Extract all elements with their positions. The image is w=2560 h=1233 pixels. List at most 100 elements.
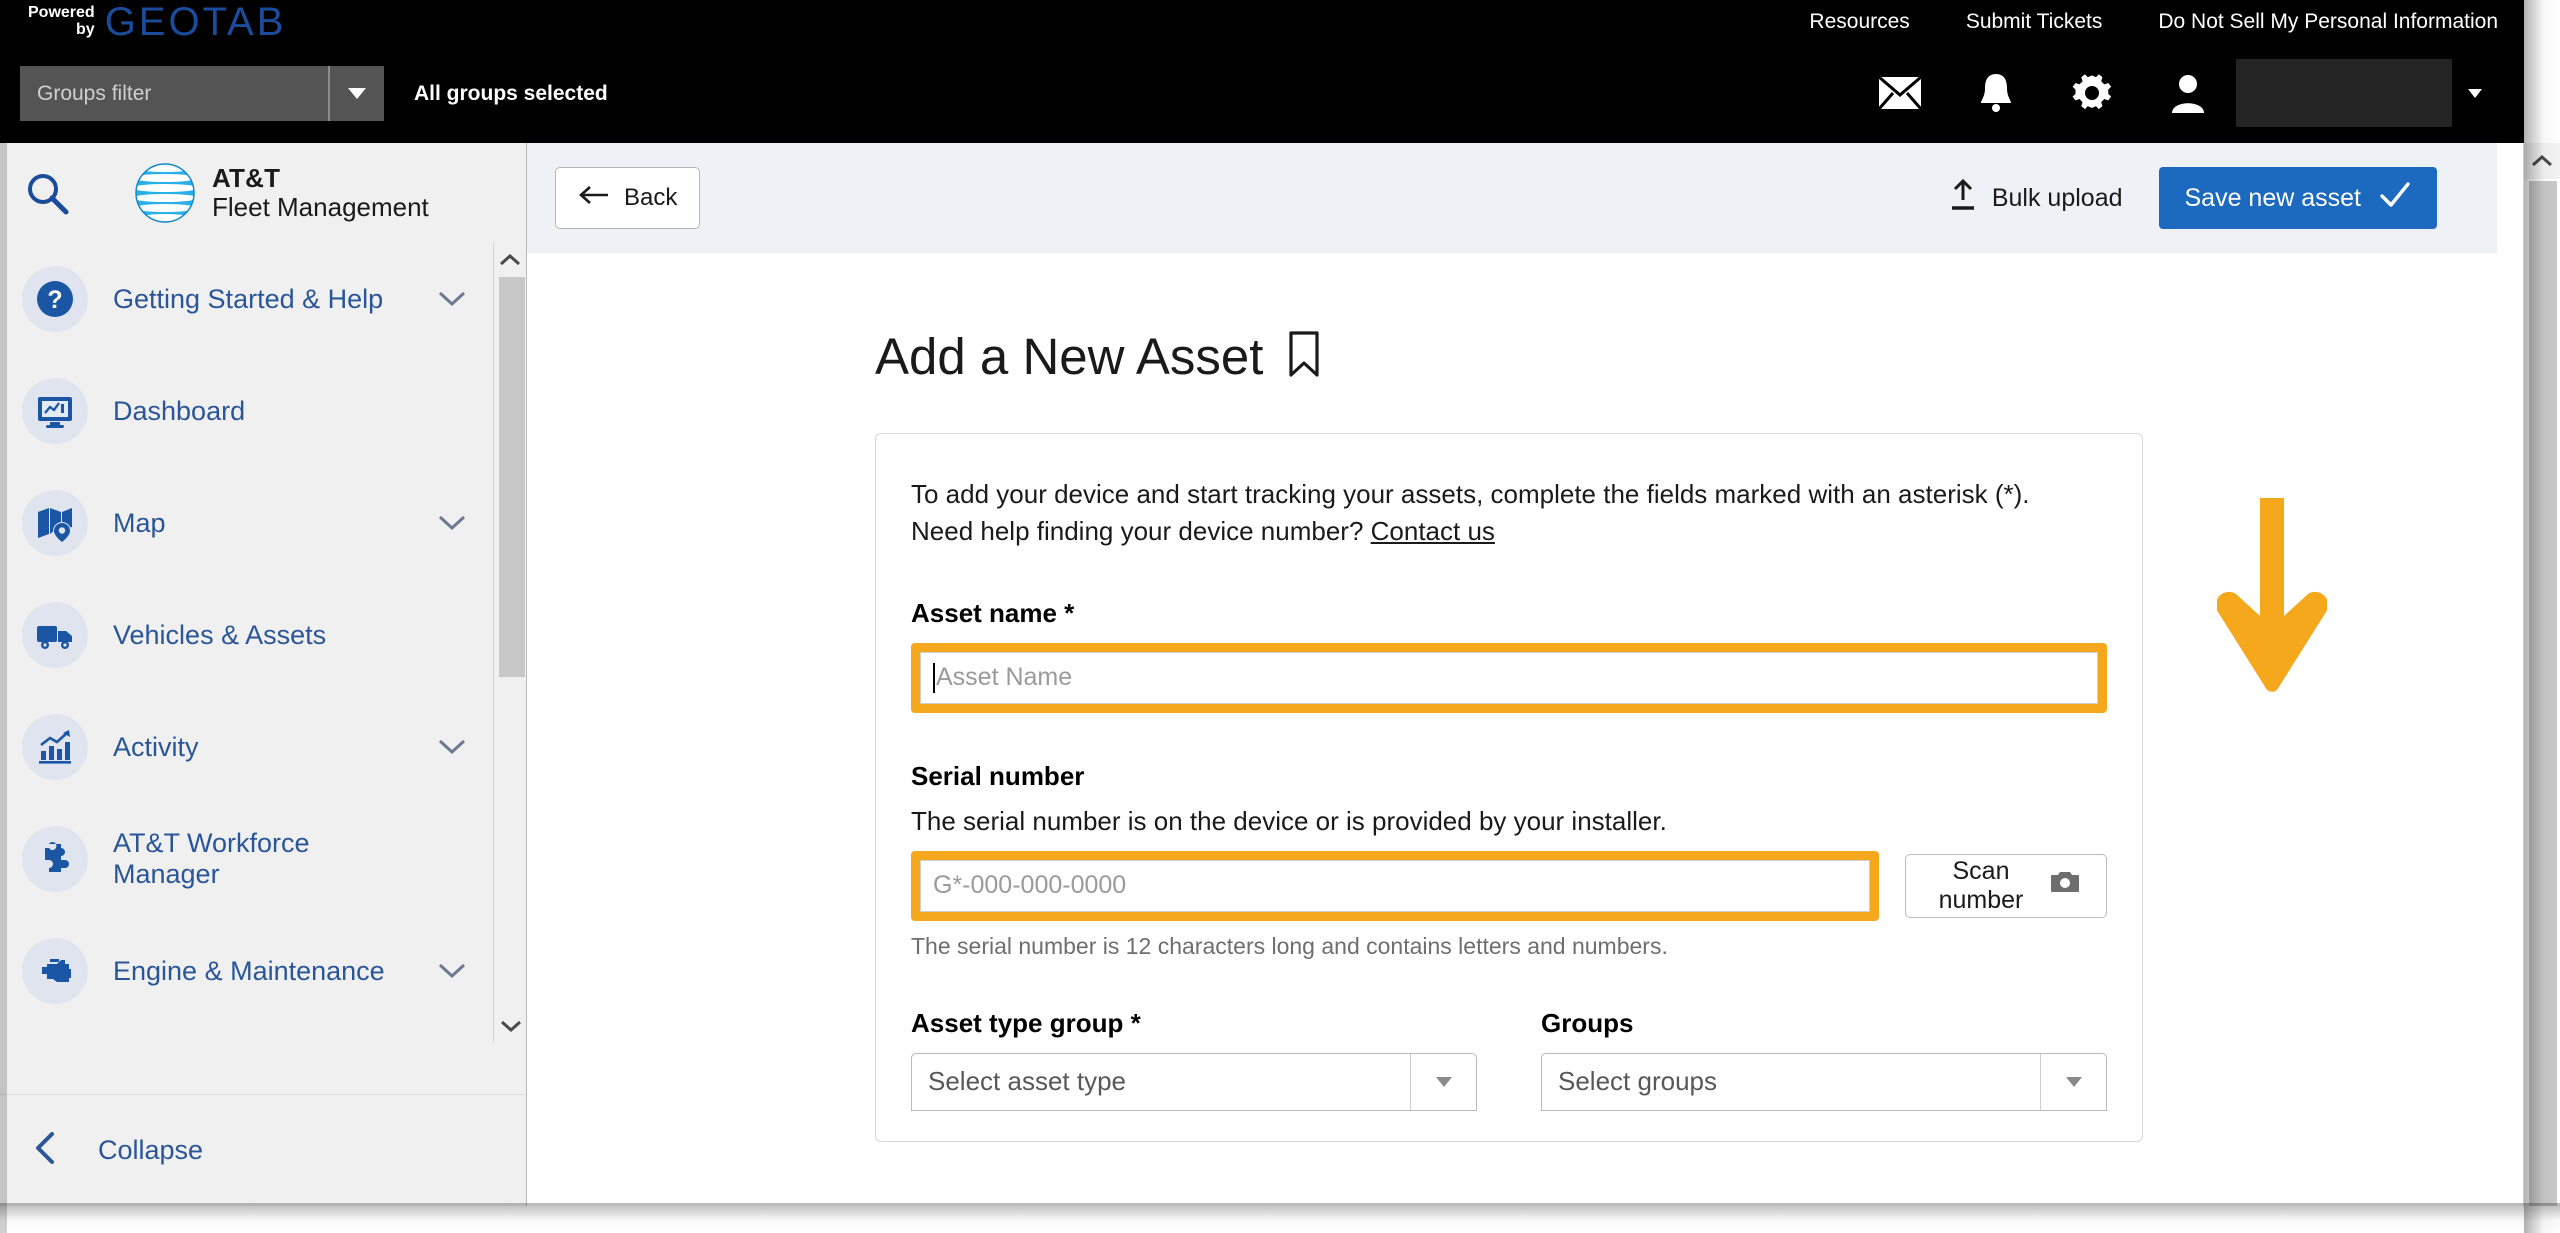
sidebar-item-vehicles-assets[interactable]: Vehicles & Assets	[0, 579, 526, 691]
asset-type-group-label: Asset type group *	[911, 1007, 1141, 1038]
asset-name-placeholder: Asset Name	[936, 663, 1073, 692]
left-sidebar: AT&T Fleet Management ? Getting Started …	[0, 143, 527, 1206]
bell-icon[interactable]	[1948, 58, 2044, 128]
toolbar-actions: Bulk upload Save new asset	[1948, 167, 2437, 229]
sidebar-item-label: Activity	[113, 731, 199, 762]
selects-row: Asset type group * Select asset type Gro…	[911, 1008, 2107, 1111]
sidebar-item-engine-maintenance[interactable]: Engine & Maintenance	[0, 915, 526, 1027]
sidebar-scrollbar-thumb[interactable]	[499, 277, 525, 677]
powered-word: Powered	[28, 4, 95, 21]
contact-us-link[interactable]: Contact us	[1371, 516, 1495, 546]
user-icon[interactable]	[2140, 58, 2236, 128]
asset-name-label: Asset name *	[911, 597, 1075, 628]
global-top-bar: Powered by GEOTAB Resources Submit Ticke…	[0, 0, 2524, 143]
user-name-redacted	[2236, 59, 2452, 127]
groups-toggle[interactable]	[2040, 1053, 2106, 1110]
powered-by-text: Powered by	[28, 2, 95, 38]
groups-select[interactable]: Select groups	[1541, 1052, 2107, 1111]
top-utility-links: Resources Submit Tickets Do Not Sell My …	[1809, 0, 2498, 44]
sidebar-scrollbar[interactable]	[493, 243, 526, 1043]
sidebar-collapse-button[interactable]: Collapse	[0, 1094, 526, 1206]
content-scrollbar-thumb[interactable]	[2529, 181, 2557, 1206]
intro-line-2-prefix: Need help finding your device number?	[911, 515, 1371, 546]
serial-number-help: The serial number is 12 characters long …	[911, 932, 1668, 959]
back-label: Back	[624, 184, 678, 211]
gear-icon[interactable]	[2044, 58, 2140, 128]
form-intro-text: To add your device and start tracking yo…	[911, 476, 2107, 550]
link-resources[interactable]: Resources	[1809, 10, 1909, 34]
arrow-left-icon	[578, 184, 610, 213]
link-submit-tickets[interactable]: Submit Tickets	[1966, 10, 2103, 34]
scroll-up-icon[interactable]	[494, 243, 526, 277]
sidebar-item-partial[interactable]	[0, 1027, 526, 1043]
scan-number-button[interactable]: Scan number	[1905, 853, 2107, 918]
scroll-up-icon[interactable]	[2524, 143, 2560, 179]
serial-number-row: G*-000-000-0000 Scan number	[911, 850, 2107, 921]
asset-name-input[interactable]: Asset Name	[920, 651, 2098, 704]
asset-type-group-value: Select asset type	[928, 1066, 1126, 1097]
chevron-down-icon[interactable]	[436, 290, 468, 308]
groups-filter-toggle[interactable]	[328, 66, 384, 121]
asset-name-highlight: Asset Name	[911, 642, 2107, 713]
chevron-down-icon[interactable]	[436, 962, 468, 980]
upload-icon	[1948, 178, 1978, 219]
serial-number-input[interactable]: G*-000-000-0000	[920, 859, 1870, 912]
bulk-upload-button[interactable]: Bulk upload	[1948, 178, 2123, 219]
back-button[interactable]: Back	[555, 167, 701, 229]
dashboard-monitor-icon	[22, 378, 88, 444]
chevron-down-icon[interactable]	[436, 738, 468, 756]
top-icon-bar	[1852, 58, 2498, 128]
app-window: Powered by GEOTAB Resources Submit Ticke…	[0, 0, 2560, 1233]
sidebar-item-workforce-manager[interactable]: AT&T Workforce Manager	[0, 803, 526, 915]
serial-number-highlight: G*-000-000-0000	[911, 850, 1879, 921]
sidebar-item-label: Map	[113, 507, 166, 538]
chevron-left-icon	[32, 1131, 58, 1170]
chevron-down-icon	[2065, 1076, 2082, 1087]
groups-field: Groups Select groups	[1541, 1008, 2107, 1111]
groups-filter-input[interactable]: Groups filter	[20, 66, 328, 121]
sidebar-item-dashboard[interactable]: Dashboard	[0, 355, 526, 467]
chevron-down-icon[interactable]	[436, 514, 468, 532]
page-title: Add a New Asset	[875, 328, 1264, 385]
scroll-down-icon[interactable]	[494, 1009, 527, 1043]
collapse-label: Collapse	[98, 1135, 204, 1165]
asset-type-group-toggle[interactable]	[1410, 1053, 1476, 1110]
mail-icon[interactable]	[1852, 58, 1948, 128]
groups-value: Select groups	[1558, 1066, 1717, 1097]
groups-label: Groups	[1541, 1007, 1634, 1038]
asset-type-group-select[interactable]: Select asset type	[911, 1052, 1477, 1111]
map-pin-icon	[22, 490, 88, 556]
sidebar-item-getting-started[interactable]: ? Getting Started & Help	[0, 243, 526, 355]
intro-line-2: Need help finding your device number? Co…	[911, 513, 2107, 550]
search-icon[interactable]	[20, 166, 74, 220]
sidebar-item-label: Engine & Maintenance	[113, 955, 385, 986]
att-globe-logo	[135, 163, 195, 223]
serial-number-label: Serial number	[911, 760, 1085, 791]
sidebar-item-label: Vehicles & Assets	[113, 619, 327, 650]
chevron-down-icon	[2468, 88, 2482, 98]
sidebar-header: AT&T Fleet Management	[0, 143, 526, 243]
sidebar-item-label: Dashboard	[113, 395, 246, 426]
add-asset-form-card: To add your device and start tracking yo…	[875, 433, 2143, 1142]
att-fleet-brand: AT&T Fleet Management	[134, 162, 429, 224]
chevron-down-icon	[348, 88, 366, 99]
groups-selected-status: All groups selected	[414, 81, 608, 105]
engine-icon	[22, 938, 88, 1004]
sidebar-item-map[interactable]: Map	[0, 467, 526, 579]
sidebar-item-activity[interactable]: Activity	[0, 691, 526, 803]
groups-filter-dropdown[interactable]: Groups filter	[20, 66, 384, 121]
brand-text: AT&T Fleet Management	[212, 163, 429, 222]
brand-line-2: Fleet Management	[212, 192, 429, 222]
chart-bar-icon	[22, 714, 88, 780]
content-scrollbar[interactable]	[2523, 143, 2560, 1206]
user-account-menu[interactable]	[2140, 58, 2498, 128]
bookmark-icon[interactable]	[1287, 330, 1321, 383]
page-body: Add a New Asset To add your device and s…	[527, 253, 2497, 1206]
asset-type-group-field: Asset type group * Select asset type	[911, 1008, 1477, 1111]
save-label: Save new asset	[2184, 183, 2362, 212]
link-do-not-sell[interactable]: Do Not Sell My Personal Information	[2158, 10, 2498, 34]
powered-by-geotab-logo: Powered by GEOTAB	[28, 2, 286, 42]
page-title-row: Add a New Asset	[527, 253, 2497, 386]
save-new-asset-button[interactable]: Save new asset	[2158, 167, 2437, 229]
user-menu-toggle[interactable]	[2452, 88, 2498, 98]
